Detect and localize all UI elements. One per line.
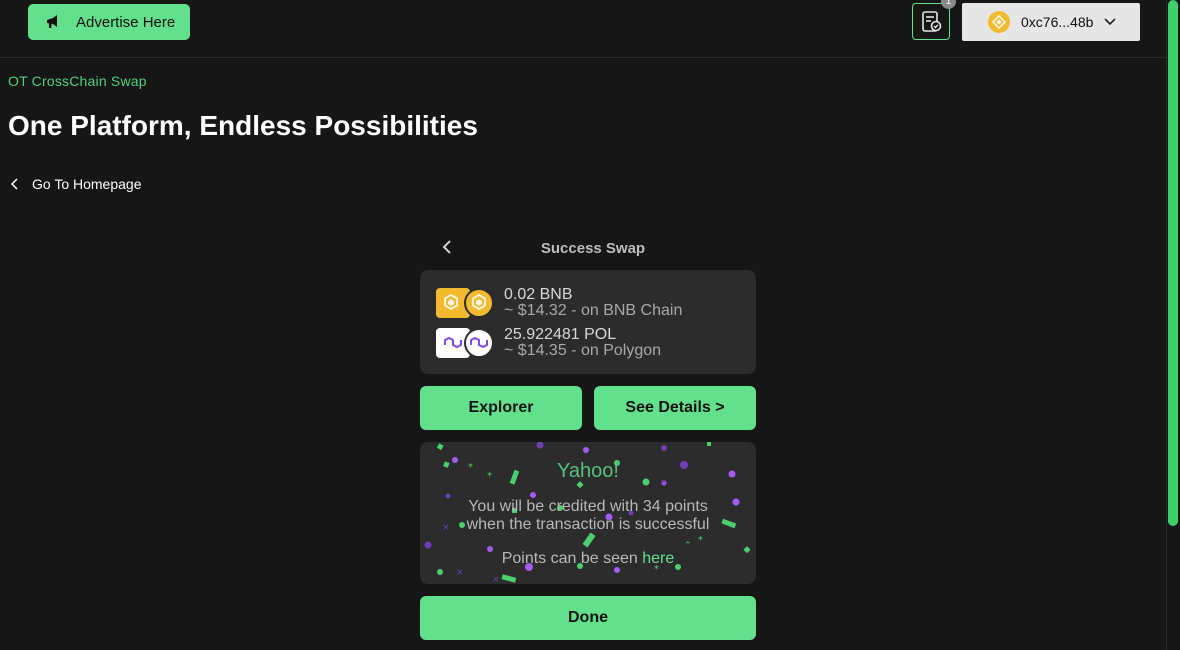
breadcrumb: OT CrossChain Swap <box>8 73 147 89</box>
points-here-link[interactable]: here <box>642 550 674 567</box>
megaphone-icon <box>47 15 57 28</box>
swap-panel-header: Success Swap <box>420 236 756 262</box>
swap-panel-title: Success Swap <box>540 240 646 257</box>
points-line-3: Points can be seen here <box>420 550 756 568</box>
scrollbar-thumb[interactable] <box>1168 0 1178 526</box>
notification-badge: 1 <box>941 0 956 9</box>
explorer-button[interactable]: Explorer <box>420 386 582 430</box>
polygon-token-icon <box>464 328 494 358</box>
go-to-homepage-link[interactable]: Go To Homepage <box>10 176 141 192</box>
points-line-1: You will be credited with 34 points <box>468 498 708 515</box>
advertise-button[interactable]: Advertise Here <box>28 4 190 40</box>
svg-text:*: * <box>698 535 703 546</box>
checklist-icon <box>922 10 942 32</box>
page-title: One Platform, Endless Possibilities <box>8 110 478 141</box>
to-token-row: 25.922481 POL ~ $14.35 - on Polygon <box>436 326 756 360</box>
polygon-token-icons <box>436 328 496 358</box>
wallet-address: 0xc76...48b <box>1021 14 1094 30</box>
notification-button[interactable] <box>912 3 950 40</box>
bnb-token-icons <box>436 288 496 318</box>
points-line-3-prefix: Points can be seen <box>501 550 643 567</box>
wallet-button[interactable]: 0xc76...48b <box>962 3 1140 41</box>
svg-text:×: × <box>456 568 464 578</box>
from-token-row: 0.02 BNB ~ $14.32 - on BNB Chain <box>436 286 756 320</box>
svg-text:×: × <box>492 575 500 584</box>
advertise-label: Advertise Here <box>76 13 176 31</box>
top-bar: Advertise Here 1 0xc76...48b <box>0 0 1166 58</box>
done-button[interactable]: Done <box>420 596 756 640</box>
points-title: Yahoo! <box>557 460 619 482</box>
chevron-left-icon <box>10 178 18 190</box>
from-detail: ~ $14.32 - on BNB Chain <box>504 302 683 319</box>
swap-summary-card: 0.02 BNB ~ $14.32 - on BNB Chain 25.9224… <box>420 270 756 374</box>
to-detail: ~ $14.35 - on Polygon <box>504 342 662 359</box>
points-card: * * × × * ⌃ × × * Yahoo! You will be cre… <box>420 442 756 584</box>
bnb-token-icon <box>464 288 494 318</box>
go-to-homepage-label: Go To Homepage <box>32 176 142 192</box>
see-details-button[interactable]: See Details > <box>594 386 756 430</box>
chevron-down-icon <box>1104 18 1116 26</box>
points-line-2: when the transaction is successful <box>466 516 710 533</box>
bnb-icon <box>988 11 1010 33</box>
